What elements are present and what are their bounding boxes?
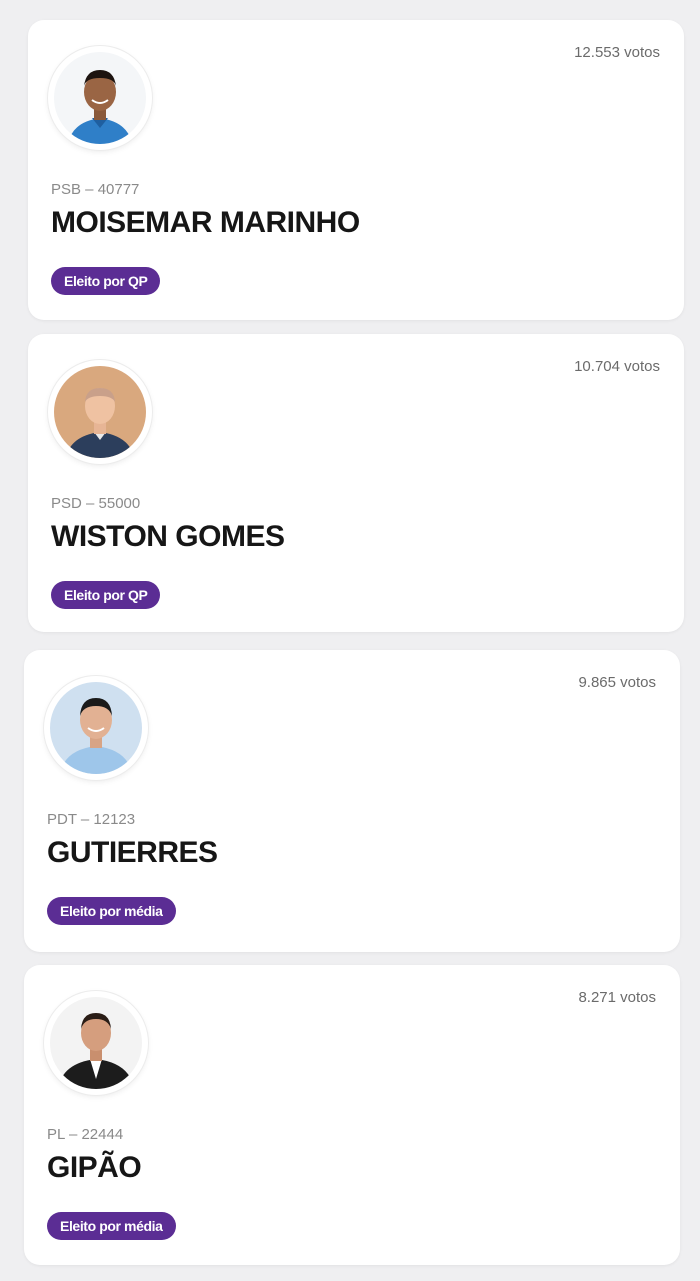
candidate-name: WISTON GOMES: [51, 520, 285, 553]
status-badge: Eleito por QP: [51, 267, 161, 295]
candidate-photo: [50, 997, 142, 1089]
party-number: PSB – 40777: [51, 181, 140, 198]
avatar-frame: [48, 360, 152, 464]
avatar-frame: [44, 991, 148, 1095]
candidate-photo: [50, 682, 142, 774]
avatar-frame: [48, 46, 152, 150]
candidate-card[interactable]: 10.704 votos PSD – 55000 WISTON GOMES El…: [28, 334, 684, 632]
party-number: PL – 22444: [47, 1126, 124, 1143]
candidate-name: MOISEMAR MARINHO: [51, 206, 360, 239]
candidate-card[interactable]: 9.865 votos PDT – 12123 GUTIERRES Eleito…: [24, 650, 680, 952]
avatar-frame: [44, 676, 148, 780]
candidate-card[interactable]: 8.271 votos PL – 22444 GIPÃO Eleito por …: [24, 965, 680, 1265]
candidate-name: GIPÃO: [47, 1151, 142, 1184]
candidate-photo: [54, 366, 146, 458]
party-number: PDT – 12123: [47, 811, 136, 828]
vote-count: 10.704 votos: [574, 358, 660, 375]
vote-count: 9.865 votos: [578, 674, 656, 691]
party-number: PSD – 55000: [51, 495, 141, 512]
candidate-card[interactable]: 12.553 votos PSB – 40777 MOISEMAR MARINH…: [28, 20, 684, 320]
vote-count: 8.271 votos: [578, 989, 656, 1006]
vote-count: 12.553 votos: [574, 44, 660, 61]
status-badge: Eleito por QP: [51, 581, 161, 609]
candidate-photo: [54, 52, 146, 144]
candidate-name: GUTIERRES: [47, 836, 218, 869]
status-badge: Eleito por média: [47, 897, 176, 925]
status-badge: Eleito por média: [47, 1212, 176, 1240]
